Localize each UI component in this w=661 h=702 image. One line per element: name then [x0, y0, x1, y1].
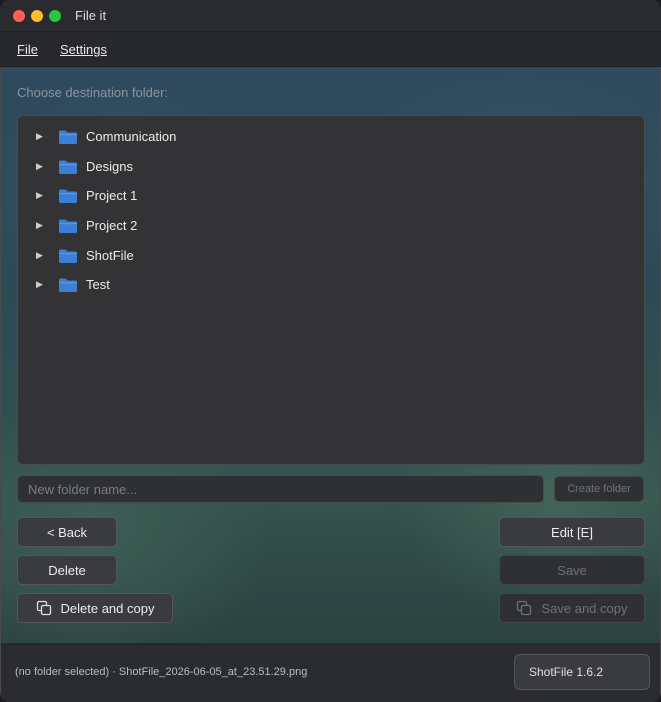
- expand-arrow-icon[interactable]: ▶: [36, 161, 43, 172]
- folder-icon: [59, 249, 77, 263]
- tree-item-project-2[interactable]: ▶ Project 2: [18, 213, 644, 239]
- menu-file-label: File: [17, 42, 38, 57]
- main-content: Choose destination folder: ▶ Communicati…: [1, 67, 660, 643]
- close-window-button[interactable]: [13, 10, 25, 22]
- create-folder-button[interactable]: Create folder: [554, 476, 644, 502]
- save-button[interactable]: Save: [499, 555, 645, 585]
- menu-settings-label: Settings: [60, 42, 107, 57]
- expand-arrow-icon[interactable]: ▶: [36, 220, 43, 231]
- minimize-window-button[interactable]: [31, 10, 43, 22]
- menu-file[interactable]: File: [17, 42, 38, 57]
- tree-item-label: Designs: [86, 159, 133, 174]
- folder-icon: [59, 219, 77, 233]
- folder-icon: [59, 189, 77, 203]
- delete-and-copy-label: Delete and copy: [60, 600, 155, 616]
- tree-item-label: Project 1: [86, 188, 138, 203]
- folder-icon: [59, 160, 77, 174]
- new-folder-field: [17, 475, 544, 503]
- save-and-copy-button[interactable]: Save and copy: [499, 593, 645, 623]
- menu-bar: File Settings: [0, 32, 661, 67]
- title-bar: File it: [0, 0, 661, 32]
- delete-and-copy-button[interactable]: Delete and copy: [17, 593, 173, 623]
- tree-item-label: Communication: [86, 129, 177, 144]
- maximize-window-button[interactable]: [49, 10, 61, 22]
- expand-arrow-icon[interactable]: ▶: [36, 279, 43, 290]
- delete-label: Delete: [48, 562, 86, 578]
- copy-icon: [517, 600, 532, 616]
- tree-item-test[interactable]: ▶ Test: [18, 272, 644, 298]
- folder-tree[interactable]: ▶ Communication ▶ Designs ▶ Project 1 ▶ …: [17, 115, 645, 465]
- save-label: Save: [557, 562, 587, 578]
- tree-item-label: ShotFile: [86, 248, 134, 263]
- tree-item-designs[interactable]: ▶ Designs: [18, 154, 644, 180]
- expand-arrow-icon[interactable]: ▶: [36, 190, 43, 201]
- save-and-copy-label: Save and copy: [541, 600, 628, 616]
- window-title: File it: [75, 8, 107, 23]
- status-text: (no folder selected) · ShotFile_2026-06-…: [15, 666, 308, 678]
- folder-icon: [59, 130, 77, 144]
- app-window: File it File Settings Choose destination…: [0, 0, 661, 702]
- copy-icon: [36, 600, 51, 616]
- expand-arrow-icon[interactable]: ▶: [36, 131, 43, 142]
- edit-button[interactable]: Edit [E]: [499, 517, 645, 547]
- menu-settings[interactable]: Settings: [60, 42, 107, 57]
- create-folder-label: Create folder: [567, 483, 631, 495]
- tree-item-label: Test: [86, 277, 110, 292]
- version-button[interactable]: ShotFile 1.6.2: [514, 654, 650, 690]
- choose-folder-label: Choose destination folder:: [17, 85, 169, 100]
- tree-item-shotfile[interactable]: ▶ ShotFile: [18, 243, 644, 269]
- new-folder-input[interactable]: [18, 476, 543, 502]
- back-button[interactable]: < Back: [17, 517, 117, 547]
- tree-item-communication[interactable]: ▶ Communication: [18, 124, 644, 150]
- version-label: ShotFile 1.6.2: [529, 665, 604, 679]
- status-bar: (no folder selected) · ShotFile_2026-06-…: [1, 644, 660, 702]
- expand-arrow-icon[interactable]: ▶: [36, 250, 43, 261]
- edit-label: Edit [E]: [551, 524, 593, 540]
- tree-item-project-1[interactable]: ▶ Project 1: [18, 183, 644, 209]
- tree-item-label: Project 2: [86, 218, 138, 233]
- folder-icon: [59, 278, 77, 292]
- delete-button[interactable]: Delete: [17, 555, 117, 585]
- back-label: < Back: [46, 524, 88, 540]
